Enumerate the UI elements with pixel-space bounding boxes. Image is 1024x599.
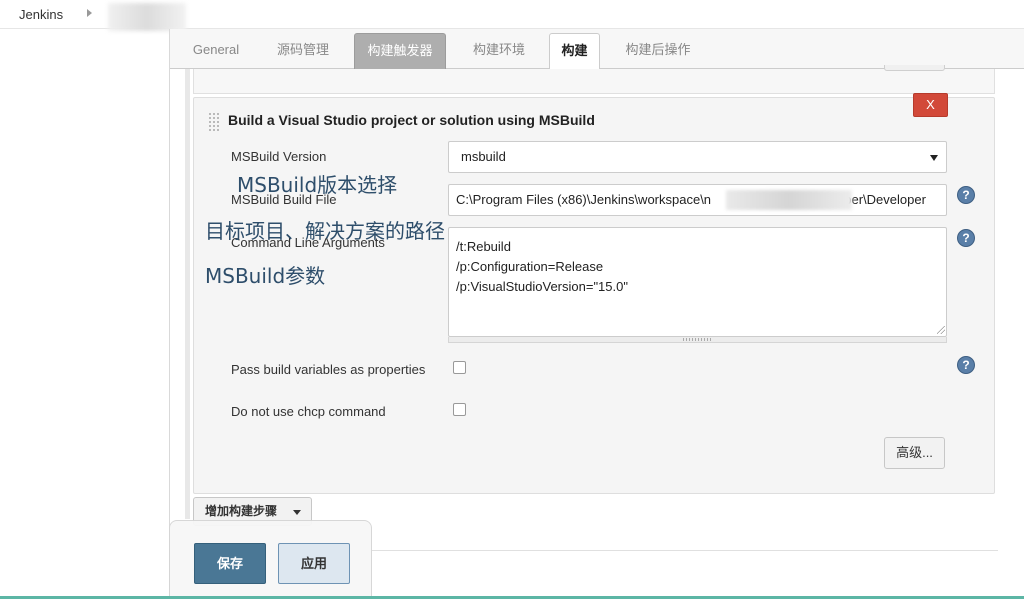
section-left-rail bbox=[185, 69, 190, 519]
step-title: Build a Visual Studio project or solutio… bbox=[228, 112, 595, 128]
chcp-label: Do not use chcp command bbox=[231, 404, 386, 419]
build-file-redacted bbox=[726, 190, 852, 210]
tab-post-build[interactable]: 构建后操作 bbox=[612, 33, 704, 69]
delete-step-button[interactable]: X bbox=[913, 93, 948, 117]
build-file-input[interactable]: C:\Program Files (x86)\Jenkins\workspace… bbox=[448, 184, 947, 216]
annotation-path: 目标项目、解决方案的路径 bbox=[205, 219, 445, 243]
chcp-checkbox[interactable] bbox=[453, 403, 466, 416]
help-icon[interactable]: ? bbox=[957, 186, 975, 204]
caret-down-icon bbox=[930, 155, 938, 161]
tab-general[interactable]: General bbox=[185, 33, 247, 69]
help-icon[interactable]: ? bbox=[957, 229, 975, 247]
cmd-args-line: /t:Rebuild bbox=[456, 239, 511, 254]
annotation-params: MSBuild参数 bbox=[205, 264, 326, 288]
save-button[interactable]: 保存 bbox=[194, 543, 266, 584]
advanced-button[interactable]: 高级... bbox=[884, 437, 945, 469]
apply-button[interactable]: 应用 bbox=[278, 543, 350, 584]
tab-build-environment[interactable]: 构建环境 bbox=[460, 33, 538, 69]
previous-step-button-edge[interactable] bbox=[884, 65, 945, 71]
tab-build[interactable]: 构建 bbox=[549, 33, 600, 70]
tab-scm[interactable]: 源码管理 bbox=[265, 33, 341, 69]
cmd-args-line: /p:Configuration=Release bbox=[456, 259, 604, 274]
tab-bar: General 源码管理 构建触发器 构建环境 构建 构建后操作 bbox=[170, 29, 1024, 70]
cmd-args-line: /p:VisualStudioVersion="15.0" bbox=[456, 279, 628, 294]
pass-vars-label: Pass build variables as properties bbox=[231, 362, 426, 377]
msbuild-version-label: MSBuild Version bbox=[231, 149, 327, 164]
breadcrumb: Jenkins bbox=[0, 0, 1024, 31]
annotation-version: MSBuild版本选择 bbox=[237, 173, 398, 197]
tab-build-triggers[interactable]: 构建触发器 bbox=[354, 33, 446, 69]
help-icon[interactable]: ? bbox=[957, 356, 975, 374]
chevron-right-icon[interactable] bbox=[87, 9, 92, 17]
drag-handle-icon[interactable] bbox=[208, 112, 220, 131]
cmd-args-textarea[interactable]: /t:Rebuild /p:Configuration=Release /p:V… bbox=[448, 227, 947, 337]
resize-grip-icon[interactable] bbox=[937, 326, 945, 334]
msbuild-version-value: msbuild bbox=[461, 149, 506, 164]
build-file-value-start: C:\Program Files (x86)\Jenkins\workspace… bbox=[456, 192, 712, 207]
breadcrumb-redacted bbox=[108, 3, 186, 31]
textarea-resize-bar[interactable] bbox=[448, 337, 947, 343]
previous-step-panel bbox=[193, 65, 995, 94]
msbuild-version-select[interactable]: msbuild bbox=[448, 141, 947, 173]
add-build-step-label: 增加构建步骤 bbox=[205, 504, 278, 518]
section-divider bbox=[372, 550, 998, 551]
pass-vars-checkbox[interactable] bbox=[453, 361, 466, 374]
breadcrumb-jenkins[interactable]: Jenkins bbox=[19, 7, 63, 22]
caret-down-icon bbox=[293, 510, 301, 515]
